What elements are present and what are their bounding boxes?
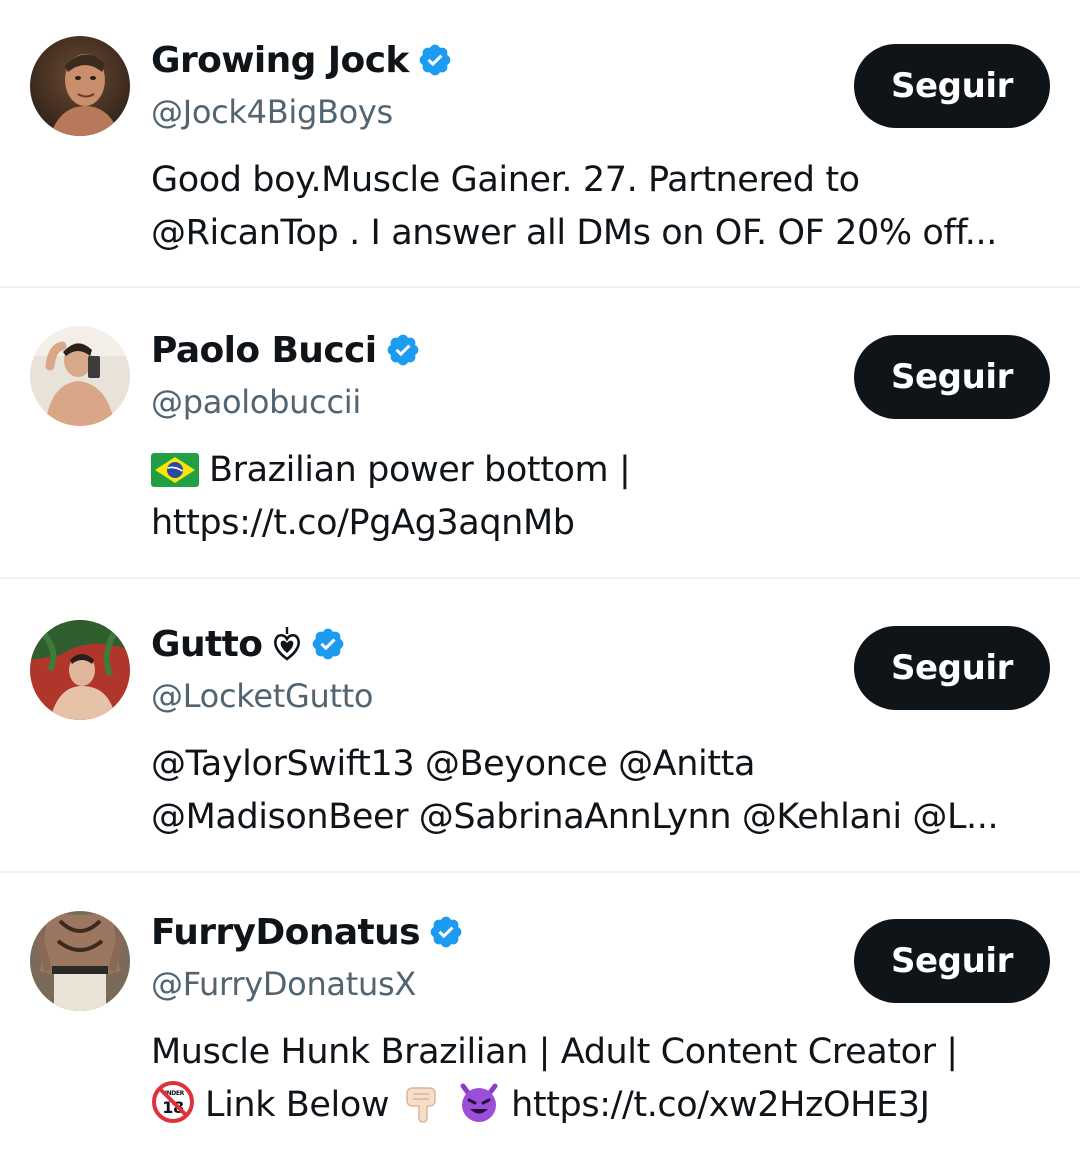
bio-line: @RicanTop . I answer all DMs on OF. OF 2…	[151, 213, 997, 253]
user-card[interactable]: Growing Jock @Jock4BigBoys Good boy.Musc…	[0, 0, 1080, 288]
name-row: FurryDonatus	[151, 906, 851, 958]
bio-line-with-emoji: UNDER 18 Link Below https://t.co/xw2HzOHE3J	[151, 1079, 1061, 1132]
name-row: Gutto	[151, 618, 851, 670]
who-to-follow-list: Growing Jock @Jock4BigBoys Good boy.Musc…	[0, 0, 1080, 1153]
user-card[interactable]: Paolo Bucci @paolobuccii Brazilian power…	[0, 288, 1080, 579]
user-handle[interactable]: @FurryDonatusX	[151, 958, 851, 1010]
display-name[interactable]: FurryDonatus	[151, 912, 421, 953]
avatar[interactable]	[30, 36, 130, 136]
avatar[interactable]	[30, 326, 130, 426]
bio-text: Brazilian power bottom |	[209, 450, 631, 490]
smiling-devil-icon	[457, 1080, 501, 1124]
verified-badge-icon	[385, 332, 421, 368]
user-card-body: Paolo Bucci @paolobuccii Brazilian power…	[151, 324, 851, 550]
bio-line-with-flag: Brazilian power bottom |	[151, 444, 1061, 497]
user-handle[interactable]: @Jock4BigBoys	[151, 86, 851, 138]
user-bio: Muscle Hunk Brazilian | Adult Content Cr…	[151, 1026, 1061, 1132]
avatar[interactable]	[30, 620, 130, 720]
bio-line: Muscle Hunk Brazilian | Adult Content Cr…	[151, 1032, 958, 1072]
bio-link[interactable]: https://t.co/xw2HzOHE3J	[511, 1085, 930, 1125]
bio-line: @MadisonBeer @SabrinaAnnLynn @Kehlani @L…	[151, 797, 999, 837]
user-card-body: Gutto @LocketGutto @TaylorSwift13 @Beyon…	[151, 618, 999, 844]
locket-heart-icon	[272, 626, 302, 662]
brazil-flag-icon	[151, 450, 199, 487]
user-card-body: Growing Jock @Jock4BigBoys Good boy.Musc…	[151, 34, 997, 260]
user-bio: @TaylorSwift13 @Beyonce @Anitta @Madison…	[151, 738, 1061, 844]
avatar[interactable]	[30, 911, 130, 1011]
name-row: Growing Jock	[151, 34, 851, 86]
follow-button[interactable]: Seguir	[854, 44, 1050, 128]
user-card[interactable]: FurryDonatus @FurryDonatusX Muscle Hunk …	[0, 873, 1080, 1153]
user-bio: Brazilian power bottom | https://t.co/Pg…	[151, 444, 1061, 550]
user-card[interactable]: Gutto @LocketGutto @TaylorSwift13 @Beyon…	[0, 579, 1080, 873]
display-name[interactable]: Paolo Bucci	[151, 330, 377, 371]
follow-button[interactable]: Seguir	[854, 626, 1050, 710]
bio-line: @TaylorSwift13 @Beyonce @Anitta	[151, 744, 756, 784]
bio-line: Good boy.Muscle Gainer. 27. Partnered to	[151, 160, 860, 200]
follow-button[interactable]: Seguir	[854, 919, 1050, 1003]
user-handle[interactable]: @LocketGutto	[151, 670, 851, 722]
display-name[interactable]: Growing Jock	[151, 40, 409, 81]
pointing-down-icon	[403, 1080, 447, 1124]
follow-button[interactable]: Seguir	[854, 335, 1050, 419]
no-under-18-icon: UNDER 18	[151, 1080, 195, 1124]
verified-badge-icon	[428, 914, 464, 950]
bio-link[interactable]: https://t.co/PgAg3aqnMb	[151, 497, 1061, 550]
name-row: Paolo Bucci	[151, 324, 851, 376]
user-bio: Good boy.Muscle Gainer. 27. Partnered to…	[151, 154, 1061, 260]
display-name[interactable]: Gutto	[151, 624, 263, 665]
verified-badge-icon	[417, 42, 453, 78]
bio-text: Link Below	[205, 1085, 390, 1125]
user-handle[interactable]: @paolobuccii	[151, 376, 851, 428]
user-card-body: FurryDonatus @FurryDonatusX Muscle Hunk …	[151, 906, 958, 1132]
verified-badge-icon	[310, 626, 346, 662]
